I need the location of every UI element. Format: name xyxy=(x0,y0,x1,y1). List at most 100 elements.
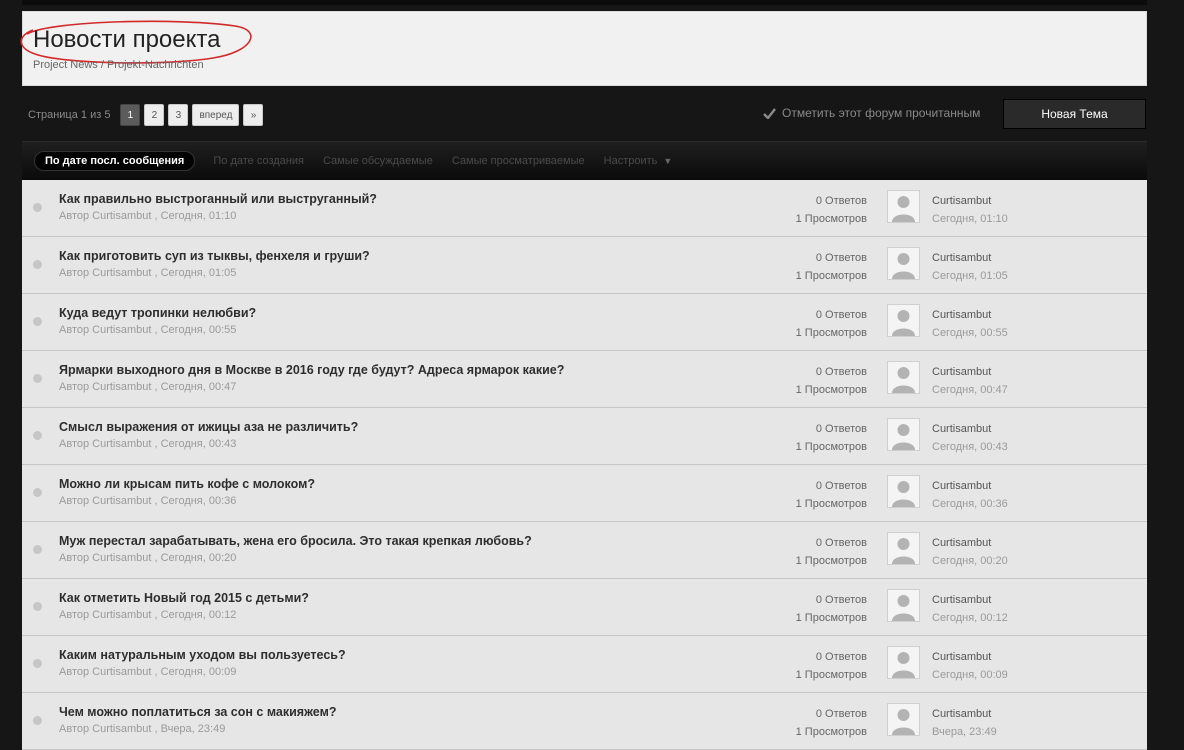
user-silhouette-icon xyxy=(888,191,919,222)
topic-meta: Автор Curtisambut , Сегодня, 00:43 xyxy=(59,438,237,450)
user-silhouette-icon xyxy=(888,647,919,678)
sort-most-discussed[interactable]: Самые обсуждаемые xyxy=(323,155,433,167)
topic-title-link[interactable]: Смысл выражения от ижицы аза не различит… xyxy=(59,420,358,434)
topic-stats: 0 Ответов 1 Просмотров xyxy=(796,705,867,741)
topic-title-link[interactable]: Каким натуральным уходом вы пользуетесь? xyxy=(59,648,346,662)
new-topic-button[interactable]: Новая Тема xyxy=(1003,99,1146,129)
topic-row: Как приготовить суп из тыквы, фенхеля и … xyxy=(22,237,1147,294)
reply-count: 0 Ответов xyxy=(815,366,867,378)
customize-label: Настроить xyxy=(603,155,658,167)
topic-meta: Автор Curtisambut , Сегодня, 01:05 xyxy=(59,267,237,279)
topic-meta: Автор Curtisambut , Сегодня, 00:55 xyxy=(59,324,237,336)
page-1-button[interactable]: 1 xyxy=(120,104,141,126)
sort-most-viewed[interactable]: Самые просматриваемые xyxy=(452,155,585,167)
unread-status-icon xyxy=(33,203,42,212)
page-count-label: Страница 1 из 5 xyxy=(28,109,111,121)
topic-meta: Автор Curtisambut , Сегодня, 00:12 xyxy=(59,609,237,621)
topic-meta: Автор Curtisambut , Сегодня, 00:20 xyxy=(59,552,237,564)
last-post-author[interactable]: Curtisambut xyxy=(932,534,1008,552)
topic-stats: 0 Ответов 1 Просмотров xyxy=(796,420,867,456)
unread-status-icon xyxy=(33,374,42,383)
topic-stats: 0 Ответов 1 Просмотров xyxy=(796,534,867,570)
last-post-time[interactable]: Сегодня, 00:36 xyxy=(932,495,1008,513)
last-post-time[interactable]: Сегодня, 00:20 xyxy=(932,552,1008,570)
view-count: 1 Просмотров xyxy=(795,726,867,738)
last-post-time[interactable]: Сегодня, 00:47 xyxy=(932,381,1008,399)
last-post-info: Curtisambut Сегодня, 00:55 xyxy=(932,306,1008,342)
user-silhouette-icon xyxy=(888,533,919,564)
topic-stats: 0 Ответов 1 Просмотров xyxy=(796,363,867,399)
last-post-time[interactable]: Сегодня, 00:43 xyxy=(932,438,1008,456)
page-3-button[interactable]: 3 xyxy=(168,104,189,126)
unread-status-icon xyxy=(33,659,42,668)
last-post-time[interactable]: Вчера, 23:49 xyxy=(932,723,997,741)
last-post-info: Curtisambut Сегодня, 01:10 xyxy=(932,192,1008,228)
last-post-author[interactable]: Curtisambut xyxy=(932,420,1008,438)
last-post-author[interactable]: Curtisambut xyxy=(932,648,1008,666)
last-post-info: Curtisambut Сегодня, 00:43 xyxy=(932,420,1008,456)
pagination: Страница 1 из 5 1 2 3 вперед » xyxy=(28,103,267,127)
avatar[interactable] xyxy=(887,703,920,736)
avatar[interactable] xyxy=(887,589,920,622)
avatar[interactable] xyxy=(887,304,920,337)
topic-meta: Автор Curtisambut , Сегодня, 01:10 xyxy=(59,210,237,222)
user-silhouette-icon xyxy=(888,305,919,336)
topic-title-link[interactable]: Куда ведут тропинки нелюбви? xyxy=(59,306,256,320)
last-post-time[interactable]: Сегодня, 00:55 xyxy=(932,324,1008,342)
topic-title-link[interactable]: Как правильно выстроганный или выструган… xyxy=(59,192,377,206)
next-page-button[interactable]: вперед xyxy=(192,104,240,126)
topic-list: Как правильно выстроганный или выструган… xyxy=(22,180,1147,750)
last-post-time[interactable]: Сегодня, 00:12 xyxy=(932,609,1008,627)
last-post-time[interactable]: Сегодня, 00:09 xyxy=(932,666,1008,684)
top-bar xyxy=(22,0,1147,5)
topic-meta: Автор Curtisambut , Сегодня, 00:36 xyxy=(59,495,237,507)
mark-forum-read-link[interactable]: Отметить этот форум прочитанным xyxy=(763,106,980,120)
reply-count: 0 Ответов xyxy=(815,195,867,207)
user-silhouette-icon xyxy=(888,476,919,507)
view-count: 1 Просмотров xyxy=(795,327,867,339)
last-post-author[interactable]: Curtisambut xyxy=(932,705,997,723)
last-post-time[interactable]: Сегодня, 01:05 xyxy=(932,267,1008,285)
avatar[interactable] xyxy=(887,247,920,280)
last-post-time[interactable]: Сегодня, 01:10 xyxy=(932,210,1008,228)
avatar[interactable] xyxy=(887,361,920,394)
last-post-author[interactable]: Curtisambut xyxy=(932,591,1008,609)
page-2-button[interactable]: 2 xyxy=(144,104,165,126)
topic-row: Каким натуральным уходом вы пользуетесь?… xyxy=(22,636,1147,693)
topic-title-link[interactable]: Чем можно поплатиться за сон с макияжем? xyxy=(59,705,336,719)
avatar[interactable] xyxy=(887,532,920,565)
reply-count: 0 Ответов xyxy=(815,423,867,435)
last-post-author[interactable]: Curtisambut xyxy=(932,477,1008,495)
view-count: 1 Просмотров xyxy=(795,441,867,453)
last-post-author[interactable]: Curtisambut xyxy=(932,363,1008,381)
avatar[interactable] xyxy=(887,190,920,223)
topic-row: Как отметить Новый год 2015 с детьми? Авт… xyxy=(22,579,1147,636)
avatar[interactable] xyxy=(887,475,920,508)
topic-title-link[interactable]: Как приготовить суп из тыквы, фенхеля и … xyxy=(59,249,370,263)
topic-title-link[interactable]: Муж перестал зарабатывать, жена его брос… xyxy=(59,534,532,548)
unread-status-icon xyxy=(33,488,42,497)
user-silhouette-icon xyxy=(888,704,919,735)
last-post-author[interactable]: Curtisambut xyxy=(932,306,1008,324)
topic-row: Муж перестал зарабатывать, жена его брос… xyxy=(22,522,1147,579)
topic-title-link[interactable]: Ярмарки выходного дня в Москве в 2016 го… xyxy=(59,363,564,377)
topic-title-link[interactable]: Можно ли крысам пить кофе с молоком? xyxy=(59,477,315,491)
topic-title-link[interactable]: Как отметить Новый год 2015 с детьми? xyxy=(59,591,309,605)
view-count: 1 Просмотров xyxy=(795,669,867,681)
avatar[interactable] xyxy=(887,418,920,451)
sort-customize[interactable]: Настроить ▼ xyxy=(604,155,673,167)
user-silhouette-icon xyxy=(888,590,919,621)
last-page-button[interactable]: » xyxy=(243,104,264,126)
last-post-author[interactable]: Curtisambut xyxy=(932,249,1008,267)
last-post-info: Curtisambut Сегодня, 00:36 xyxy=(932,477,1008,513)
topic-row: Ярмарки выходного дня в Москве в 2016 го… xyxy=(22,351,1147,408)
sort-by-last-post[interactable]: По дате посл. сообщения xyxy=(34,151,196,171)
topic-row: Куда ведут тропинки нелюбви? Автор Curtis… xyxy=(22,294,1147,351)
last-post-info: Curtisambut Сегодня, 00:12 xyxy=(932,591,1008,627)
last-post-author[interactable]: Curtisambut xyxy=(932,192,1008,210)
avatar[interactable] xyxy=(887,646,920,679)
topic-row: Чем можно поплатиться за сон с макияжем?… xyxy=(22,693,1147,750)
reply-count: 0 Ответов xyxy=(815,480,867,492)
checkmark-icon xyxy=(763,107,776,119)
sort-by-created[interactable]: По дате создания xyxy=(213,155,304,167)
